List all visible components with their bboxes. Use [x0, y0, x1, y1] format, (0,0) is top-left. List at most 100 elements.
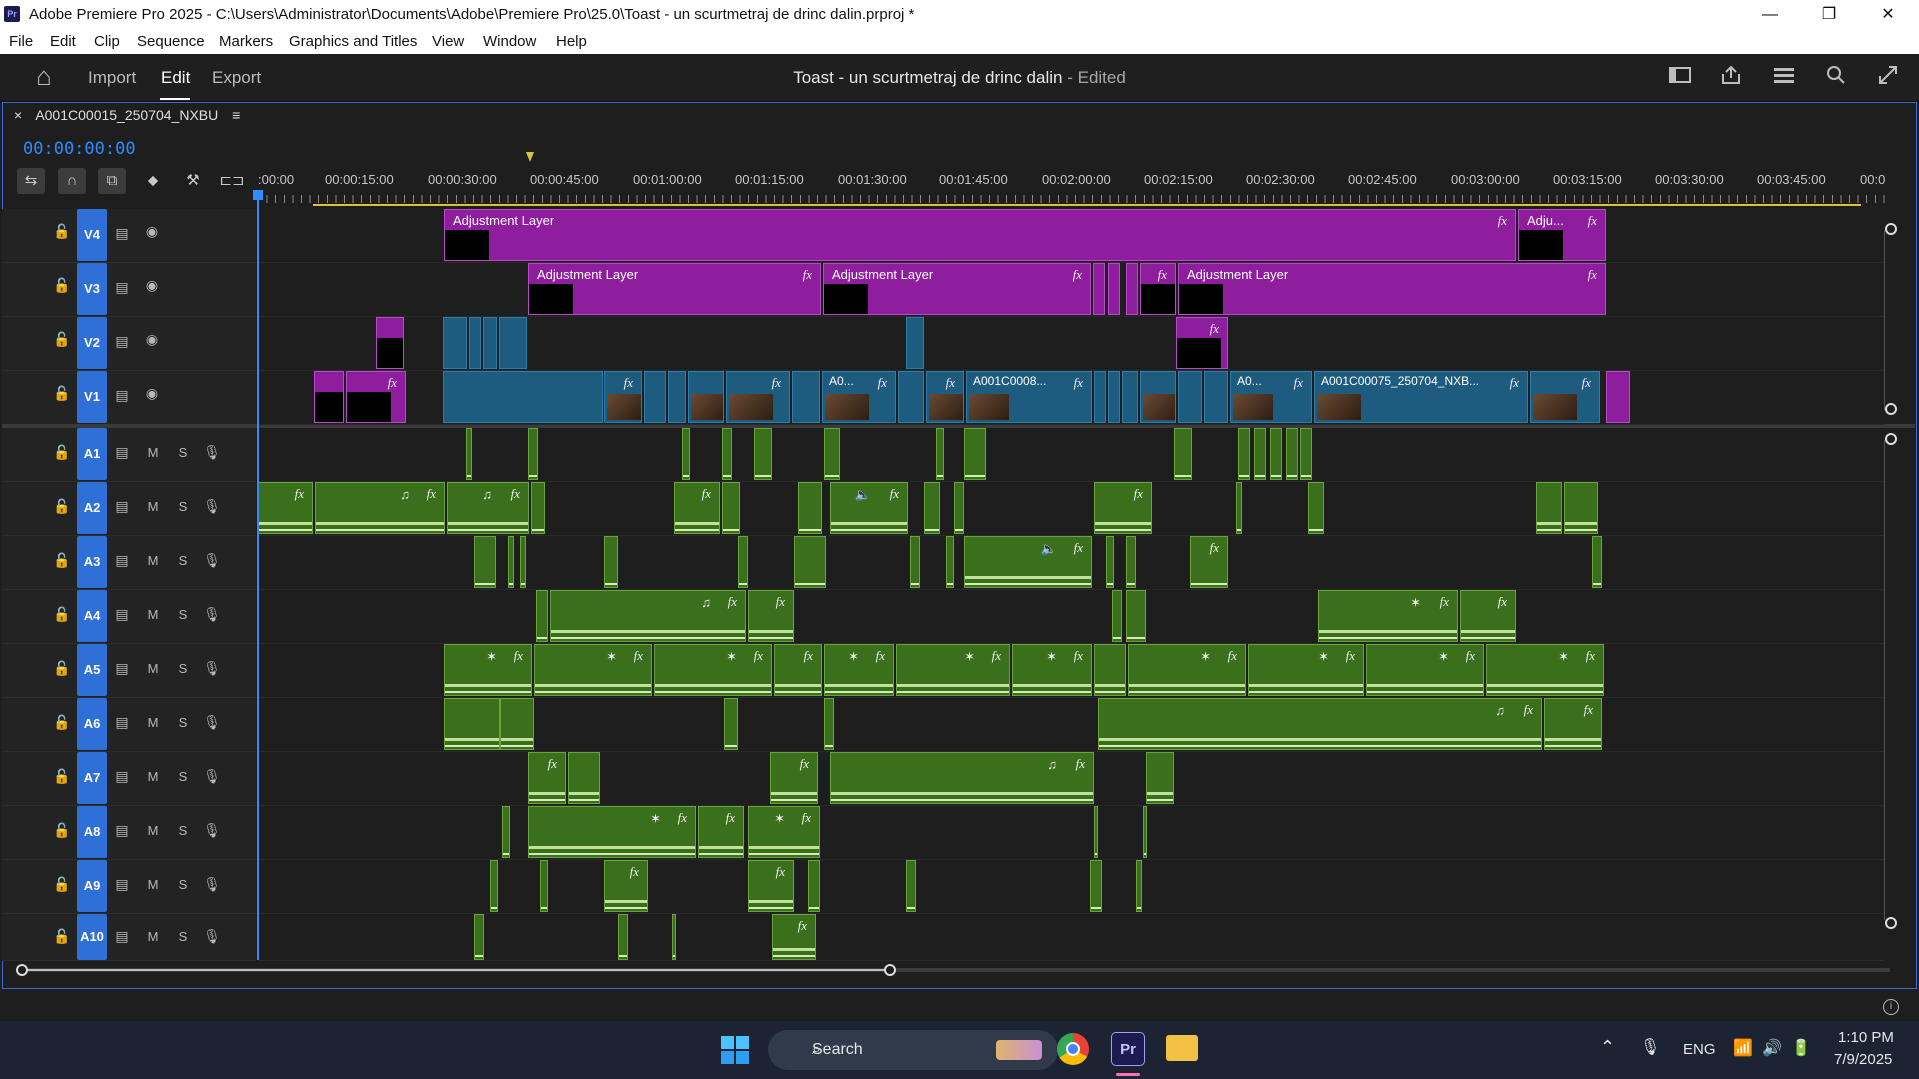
- audio-clip[interactable]: fx: [774, 644, 822, 696]
- menu-sequence[interactable]: Sequence: [137, 33, 205, 50]
- audio-clip[interactable]: [906, 860, 916, 912]
- lock-icon[interactable]: 🔓: [53, 223, 71, 240]
- audio-clip[interactable]: fx: [698, 806, 744, 858]
- scroll-handle[interactable]: [1885, 433, 1897, 445]
- playhead-timecode[interactable]: 00:00:00:00: [23, 139, 136, 159]
- audio-clip[interactable]: [808, 860, 820, 912]
- audio-clip[interactable]: [1592, 536, 1602, 588]
- audio-clip[interactable]: ✶ fx: [654, 644, 772, 696]
- audio-clip[interactable]: [500, 698, 534, 750]
- solo-button[interactable]: S: [174, 499, 192, 514]
- sync-lock-icon[interactable]: ▤: [113, 822, 131, 839]
- lock-icon[interactable]: 🔓: [53, 822, 71, 839]
- video-clip[interactable]: A0... fx: [1230, 371, 1312, 423]
- audio-clip[interactable]: [910, 536, 920, 588]
- audio-clip[interactable]: [1094, 806, 1098, 858]
- sequence-tab[interactable]: × A001C00015_250704_NXBU ≡: [14, 107, 240, 123]
- work-area-bar[interactable]: [313, 204, 1861, 206]
- microphone-tray-icon[interactable]: 🎙: [1640, 1037, 1660, 1057]
- audio-clip[interactable]: [540, 860, 548, 912]
- solo-button[interactable]: S: [174, 715, 192, 730]
- video-clip[interactable]: [1204, 371, 1228, 423]
- audio-clip[interactable]: [682, 428, 690, 480]
- adjustment-layer-clip[interactable]: fx: [1176, 317, 1228, 369]
- track-label-a5[interactable]: A5: [77, 644, 107, 696]
- lock-icon[interactable]: 🔓: [53, 277, 71, 294]
- audio-clip[interactable]: [1236, 482, 1242, 534]
- adjustment-layer-clip[interactable]: Adjustment Layer fx: [444, 209, 1516, 261]
- audio-clip[interactable]: [568, 752, 600, 804]
- track-label-a1[interactable]: A1: [77, 428, 107, 480]
- lock-icon[interactable]: 🔓: [53, 444, 71, 461]
- eye-icon[interactable]: ◉: [143, 385, 161, 402]
- audio-clip[interactable]: [444, 698, 500, 750]
- audio-clip[interactable]: [946, 536, 954, 588]
- audio-clip[interactable]: [520, 536, 526, 588]
- audio-clip[interactable]: fx: [1190, 536, 1228, 588]
- mute-button[interactable]: M: [144, 553, 162, 568]
- track-label-a9[interactable]: A9: [77, 860, 107, 912]
- video-clip[interactable]: [469, 317, 481, 369]
- maximize-button[interactable]: ❐: [1806, 0, 1852, 29]
- audio-clip[interactable]: [738, 536, 748, 588]
- add-marker-icon[interactable]: ⬥: [139, 168, 167, 194]
- audio-clip[interactable]: [1564, 482, 1598, 534]
- sync-lock-icon[interactable]: ▤: [113, 660, 131, 677]
- audio-clip[interactable]: [924, 482, 940, 534]
- track-label-a2[interactable]: A2: [77, 482, 107, 534]
- video-clip[interactable]: [443, 317, 467, 369]
- close-window-button[interactable]: ✕: [1865, 0, 1911, 29]
- audio-clip[interactable]: [528, 428, 538, 480]
- mute-button[interactable]: M: [144, 929, 162, 944]
- sync-lock-icon[interactable]: ▤: [113, 444, 131, 461]
- menu-graphics-and-titles[interactable]: Graphics and Titles: [289, 33, 417, 50]
- video-clip[interactable]: [1108, 371, 1120, 423]
- solo-button[interactable]: S: [174, 607, 192, 622]
- solo-button[interactable]: S: [174, 769, 192, 784]
- sync-lock-icon[interactable]: ▤: [113, 714, 131, 731]
- captions-icon[interactable]: ⊏⊐: [218, 168, 246, 194]
- video-clip[interactable]: [668, 371, 686, 423]
- sync-lock-icon[interactable]: ▤: [113, 498, 131, 515]
- volume-icon[interactable]: 🔊: [1762, 1038, 1782, 1058]
- track-label-a7[interactable]: A7: [77, 752, 107, 804]
- track-label-a3[interactable]: A3: [77, 536, 107, 588]
- audio-clip[interactable]: [1146, 752, 1174, 804]
- audio-clip[interactable]: [964, 428, 986, 480]
- audio-clip[interactable]: ✶ fx: [444, 644, 532, 696]
- audio-clip[interactable]: [604, 536, 618, 588]
- sync-lock-icon[interactable]: ▤: [113, 333, 131, 350]
- video-clip[interactable]: fx: [926, 371, 964, 423]
- audio-clip[interactable]: fx: [1544, 698, 1602, 750]
- scroll-handle[interactable]: [1885, 223, 1897, 235]
- audio-clip[interactable]: [508, 536, 514, 588]
- mute-button[interactable]: M: [144, 823, 162, 838]
- video-clip[interactable]: [898, 371, 924, 423]
- audio-clip[interactable]: ♫ fx: [550, 590, 746, 642]
- sync-lock-icon[interactable]: ▤: [113, 279, 131, 296]
- audio-clip[interactable]: [672, 914, 676, 960]
- audio-clip[interactable]: ✶ fx: [824, 644, 894, 696]
- mute-button[interactable]: M: [144, 499, 162, 514]
- audio-clip[interactable]: [1112, 590, 1122, 642]
- audio-clip[interactable]: ♫ fx: [1098, 698, 1542, 750]
- audio-clip[interactable]: [1126, 536, 1136, 588]
- taskbar-search[interactable]: ⌕ Search: [768, 1030, 1058, 1070]
- track-label-v1[interactable]: V1: [77, 371, 107, 423]
- lock-icon[interactable]: 🔓: [53, 331, 71, 348]
- zoom-handle-left[interactable]: [16, 964, 28, 976]
- mute-button[interactable]: M: [144, 715, 162, 730]
- scroll-handle[interactable]: [1885, 917, 1897, 929]
- microphone-icon[interactable]: 🎙: [203, 552, 221, 569]
- audio-clip[interactable]: ✶ fx: [1366, 644, 1484, 696]
- audio-clip[interactable]: ✶ fx: [1012, 644, 1092, 696]
- playhead-line[interactable]: [257, 190, 259, 960]
- audio-clip[interactable]: [1106, 536, 1114, 588]
- adjustment-layer-clip[interactable]: [1093, 263, 1105, 315]
- chevron-up-icon[interactable]: ⌃: [1600, 1037, 1615, 1058]
- track-label-v3[interactable]: V3: [77, 263, 107, 315]
- video-clip[interactable]: fx: [604, 371, 642, 423]
- audio-clip[interactable]: fx: [258, 482, 313, 534]
- audio-clip[interactable]: [824, 698, 834, 750]
- audio-clip[interactable]: [722, 482, 740, 534]
